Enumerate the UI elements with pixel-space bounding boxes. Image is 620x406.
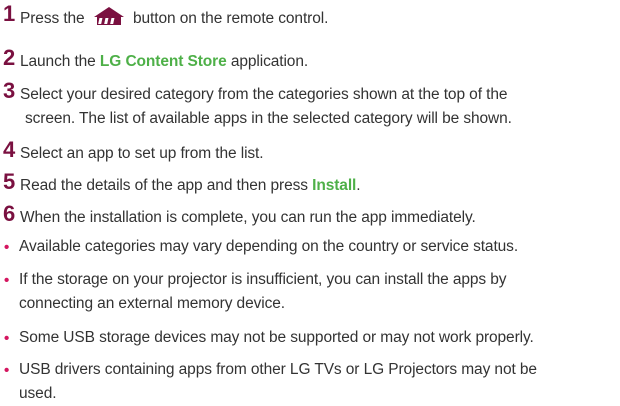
step-text-line-1: Select your desired category from the ca… xyxy=(20,86,508,103)
note-text: Some USB storage devices may not be supp… xyxy=(19,329,534,346)
note-text-line-2: connecting an external memory device. xyxy=(19,295,285,312)
step-number: 1 xyxy=(3,1,16,26)
bullet-icon: • xyxy=(4,362,10,379)
step-text-after: . xyxy=(356,177,361,194)
bullet-icon: • xyxy=(4,272,10,289)
step-text-before: Press the xyxy=(20,10,85,27)
step-text-before: Launch the xyxy=(20,53,100,70)
step-number: 3 xyxy=(3,78,16,103)
step-text-line-2: screen. The list of available apps in th… xyxy=(25,110,512,127)
note-text-line-2: used. xyxy=(19,385,57,402)
note-text: If the storage on your projector is insu… xyxy=(19,268,617,316)
step-text: Launch the LG Content Store application. xyxy=(20,50,616,74)
step-text: Select your desired category from the ca… xyxy=(20,83,616,131)
step-text-after: button on the remote control. xyxy=(133,10,329,27)
step-number: 6 xyxy=(3,201,16,226)
note-text-line-1: USB drivers containing apps from other L… xyxy=(19,361,537,378)
step-text: Read the details of the app and then pre… xyxy=(20,174,616,198)
bullet-icon: • xyxy=(4,239,10,256)
home-icon xyxy=(93,7,124,25)
step-text: When the installation is complete, you c… xyxy=(20,209,476,226)
note-text: USB drivers containing apps from other L… xyxy=(19,358,617,406)
bullet-icon: • xyxy=(4,330,10,347)
note-text: Available categories may vary depending … xyxy=(19,238,519,255)
instructions-page: 1 Press the button on the remote control… xyxy=(0,0,620,405)
step-text-before: Read the details of the app and then pre… xyxy=(20,177,313,194)
step-text: Select an app to set up from the list. xyxy=(20,145,264,162)
step-text: Press the button on the remote control. xyxy=(20,6,616,31)
note-text-line-1: If the storage on your projector is insu… xyxy=(19,271,507,288)
app-name-highlight: LG Content Store xyxy=(99,53,227,70)
step-number: 4 xyxy=(3,137,16,162)
step-number: 5 xyxy=(3,169,16,194)
step-number: 2 xyxy=(3,45,16,70)
step-text-after: application. xyxy=(226,53,309,70)
install-highlight: Install xyxy=(312,177,357,194)
